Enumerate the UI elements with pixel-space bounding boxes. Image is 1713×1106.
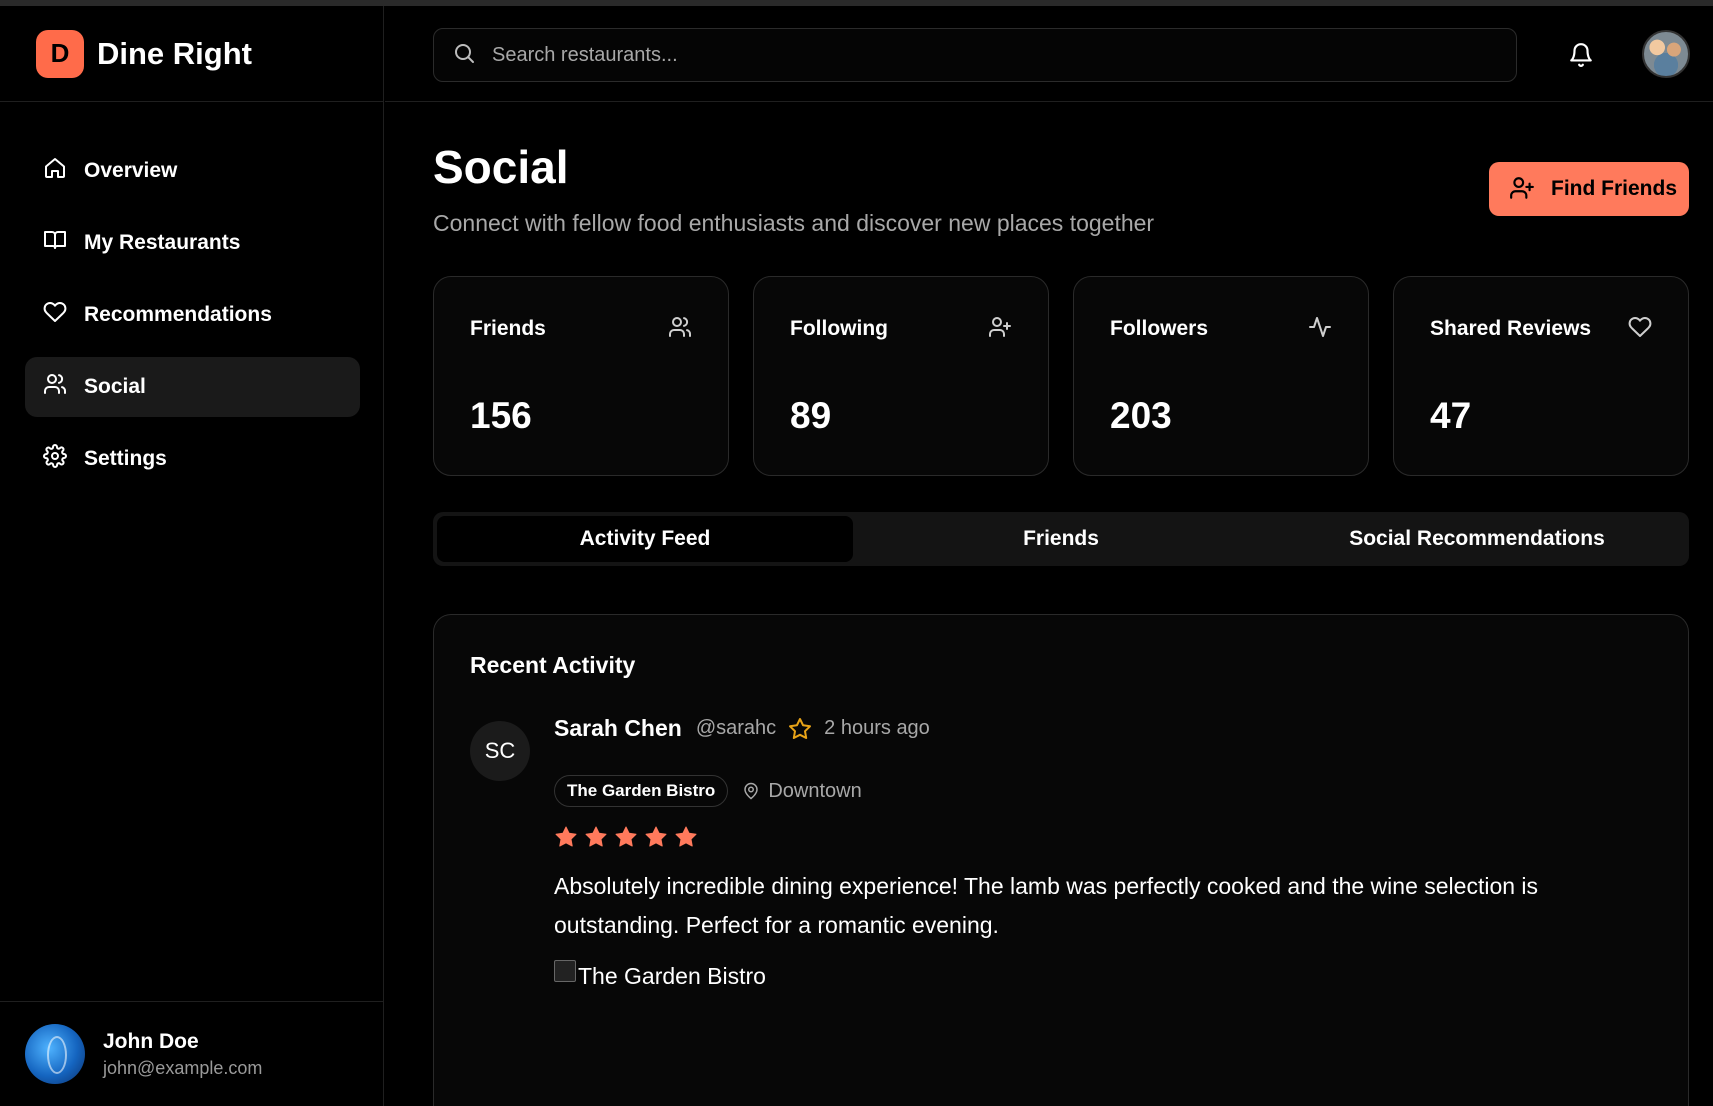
book-icon xyxy=(43,228,67,258)
brand-name: Dine Right xyxy=(97,35,252,71)
star-icon xyxy=(645,826,667,847)
activity-location: Downtown xyxy=(768,779,862,802)
stat-label: Following xyxy=(790,317,888,340)
search-icon xyxy=(452,41,476,70)
map-pin-icon xyxy=(742,782,760,800)
sidebar-nav: Overview My Restaurants Recommendations … xyxy=(25,141,360,501)
tab-bar: Activity Feed Friends Social Recommendat… xyxy=(433,512,1689,566)
user-plus-icon xyxy=(1509,175,1535,204)
activity-user-name[interactable]: Sarah Chen xyxy=(554,715,682,742)
sidebar-item-label: My Restaurants xyxy=(84,231,241,254)
users-icon xyxy=(668,315,692,344)
restaurant-badge[interactable]: The Garden Bistro xyxy=(554,775,729,807)
broken-image-icon xyxy=(554,959,576,982)
tab-social-recommendations[interactable]: Social Recommendations xyxy=(1269,516,1685,562)
stat-label: Shared Reviews xyxy=(1430,317,1592,340)
activity-icon xyxy=(1308,315,1332,344)
sidebar-item-my-restaurants[interactable]: My Restaurants xyxy=(25,213,360,273)
avatar[interactable] xyxy=(1642,30,1690,78)
stat-value: 89 xyxy=(790,395,832,436)
review-image[interactable]: The Garden Bistro xyxy=(554,959,766,990)
sidebar-item-label: Settings xyxy=(84,447,167,470)
sidebar-item-overview[interactable]: Overview xyxy=(25,141,360,201)
tab-friends[interactable]: Friends xyxy=(853,516,1269,562)
star-icon xyxy=(675,826,697,847)
activity-header: Sarah Chen @sarahc 2 hours ago xyxy=(554,715,930,742)
sidebar-item-label: Recommendations xyxy=(84,303,272,326)
sidebar-item-label: Social xyxy=(84,375,146,398)
home-icon xyxy=(43,156,67,186)
star-icon xyxy=(585,826,607,847)
stat-card-shared-reviews: Shared Reviews 47 xyxy=(1393,276,1689,476)
page-title: Social xyxy=(433,141,569,193)
stat-card-following: Following 89 xyxy=(753,276,1049,476)
sidebar-item-label: Overview xyxy=(84,159,178,182)
activity-meta: The Garden Bistro Downtown xyxy=(554,775,862,807)
stat-card-friends: Friends 156 xyxy=(433,276,729,476)
star-icon xyxy=(555,826,577,847)
review-text: Absolutely incredible dining experience!… xyxy=(554,873,1539,938)
find-friends-label: Find Friends xyxy=(1551,177,1677,200)
search-input[interactable] xyxy=(492,43,1472,67)
avatar xyxy=(25,1024,85,1084)
stat-card-followers: Followers 203 xyxy=(1073,276,1369,476)
bell-icon xyxy=(1568,43,1594,72)
user-name: John Doe xyxy=(103,1029,199,1053)
stat-value: 47 xyxy=(1430,395,1472,436)
search-bar[interactable] xyxy=(433,28,1517,82)
star-icon xyxy=(615,826,637,847)
user-email: john@example.com xyxy=(103,1057,263,1078)
page-subtitle: Connect with fellow food enthusiasts and… xyxy=(433,210,1155,236)
sidebar-item-settings[interactable]: Settings xyxy=(25,429,360,489)
activity-user-handle: @sarahc xyxy=(695,717,777,739)
tab-activity-feed[interactable]: Activity Feed xyxy=(437,516,853,562)
user-info: John Doe john@example.com xyxy=(103,1030,262,1079)
users-icon xyxy=(43,372,67,402)
sidebar: D Dine Right Overview My Restaurants Rec… xyxy=(0,6,384,1106)
stat-value: 156 xyxy=(470,395,532,436)
review-image-alt: The Garden Bistro xyxy=(578,963,766,989)
top-header xyxy=(385,6,1713,102)
find-friends-button[interactable]: Find Friends xyxy=(1489,162,1689,216)
sidebar-item-social[interactable]: Social xyxy=(25,357,360,417)
brand[interactable]: D Dine Right xyxy=(0,6,384,102)
notifications-button[interactable] xyxy=(1568,42,1594,68)
star-icon xyxy=(788,717,812,741)
user-plus-icon xyxy=(988,315,1012,344)
stat-label: Friends xyxy=(470,317,546,340)
stats-row: Friends 156 Following 89 Followers 203 S… xyxy=(433,276,1689,476)
user-profile[interactable]: John Doe john@example.com xyxy=(0,1001,384,1106)
star-rating xyxy=(554,825,698,849)
stat-label: Followers xyxy=(1110,317,1209,340)
recent-activity-card: Recent Activity SC Sarah Chen @sarahc 2 … xyxy=(433,614,1689,1106)
stat-value: 203 xyxy=(1110,395,1172,436)
heart-icon xyxy=(1628,315,1652,344)
avatar[interactable]: SC xyxy=(470,721,530,781)
section-title: Recent Activity xyxy=(470,652,636,678)
gear-icon xyxy=(43,444,67,474)
app-root: D Dine Right Overview My Restaurants Rec… xyxy=(0,0,1713,1106)
heart-icon xyxy=(43,300,67,330)
activity-time: 2 hours ago xyxy=(824,717,930,739)
brand-logo: D xyxy=(36,29,84,78)
sidebar-item-recommendations[interactable]: Recommendations xyxy=(25,285,360,345)
